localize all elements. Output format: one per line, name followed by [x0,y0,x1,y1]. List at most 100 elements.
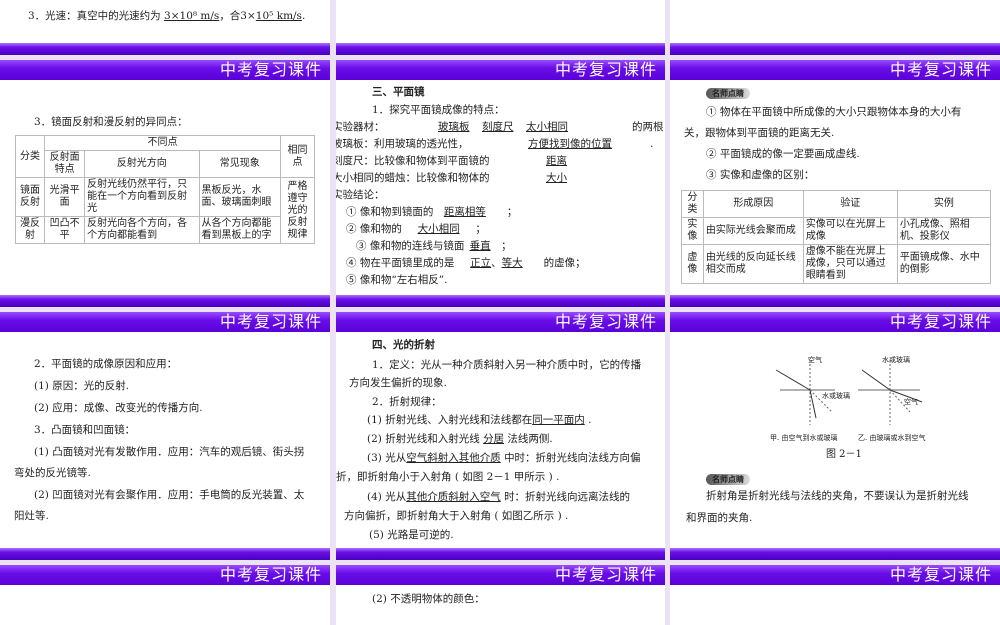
text-line: (2) 不透明物体的颜色： [372,593,485,605]
th: 实例 [896,190,992,218]
text-line: 阳灶等. [14,510,49,522]
text-line: 弯处的反光镜等. [14,467,91,479]
slide-header: 中考复习课件 [670,565,1000,585]
slide-footer-bar [670,43,1000,55]
cell: 虚像不能在光屏上成像，只可以通过眼睛看到 [802,244,898,284]
section-heading: 四、光的折射 [372,339,435,351]
text-line: 方向发生偏折的现象. [349,377,447,389]
cell: 镜面反射 [14,177,46,217]
slide-mirror-applications: 中考复习课件 2．平面镜的成像原因和应用： (1) 原因：光的反射. (2) 应… [0,312,330,560]
slide-header: 中考复习课件 [670,312,1000,332]
figure-label: 水或玻璃 [822,392,850,400]
slide-partial-4: 中考复习课件 [0,565,330,625]
slide-header: 中考复习课件 [670,60,1000,80]
slide-partial-5: 中考复习课件 (2) 不透明物体的颜色： [336,565,665,625]
figure-number: 图 2－1 [826,449,862,460]
text-line: 实验器材： 玻璃板 刻度尺 太小相同 的两根 [336,121,664,133]
text-line: 1．定义：光从一种介质斜射入另一种介质中时，它的传播 [372,359,642,371]
slide-plane-mirror: 中考复习课件 三、平面镜 1．探究平面镜成像的特点： 实验器材： 玻璃板 刻度尺 太小… [336,60,665,307]
th: 反射面特点 [44,150,86,178]
text-line: 折，即折射角小于入射角 ( 如图 2－1 甲所示 ) . [336,471,560,483]
text-line: (1) 原因：光的反射. [34,380,130,392]
cell: 反射光线仍然平行，只能在一个方向看到反射光 [84,177,200,217]
slide-header: 中考复习课件 [0,60,330,80]
cell: 黑板反光，水面、玻璃面刺眼 [198,177,282,217]
figure-caption: 甲. 由空气到水或玻璃 [770,434,838,442]
th: 形成原因 [702,190,804,218]
text-line: 玻璃板：利用玻璃的透光性， 方便找到像的位置. [336,138,654,150]
th: 相同点 [280,135,315,178]
slide-header: 中考复习课件 [0,312,330,332]
cell: 凹凸不平 [44,216,86,244]
th: 反射光方向 [84,150,200,178]
th: 常见现象 [198,150,282,178]
slide-reflection-compare: 中考复习课件 3．镜面反射和漫反射的异同点： 分类 不同点 相同点 反射面特点 反射光… [0,60,330,307]
slide-header: 中考复习课件 [336,565,665,585]
text-line: (4) 光从其他介质斜射入空气 时：折射光线向远离法线的 [367,491,631,503]
cell: 小孔成像、照相机、投影仪 [896,217,992,245]
text-line: 实验结论： [336,189,385,201]
slide-header: 中考复习课件 [336,312,665,332]
reflection-table: 分类 不同点 相同点 反射面特点 反射光方向 常见现象 镜面反射 光滑平面 反射光线仍然平行… [14,135,315,244]
figure-label: 空气 [904,398,918,406]
text-line: 折射角是折射光线与法线的夹角，不要误认为是折射光线 [706,490,969,502]
text-line: ② 平面镜成的像一定要画成虚线. [706,148,860,160]
text-line: ③ 实像和虚像的区别： [706,169,815,181]
text-line: 2．折射规律： [372,396,442,408]
text-line: 3．凸面镜和凹面镜： [34,424,136,436]
slide-refraction: 中考复习课件 四、光的折射 1．定义：光从一种介质斜射入另一种介质中时，它的传播… [336,312,665,560]
slide-footer-bar [0,43,330,55]
cell: 实像 [681,217,704,245]
cell: 由光线的反向延长线相交而成 [702,244,804,284]
slide-footer-bar [336,295,665,307]
cell: 严格遵守光的反射规律 [280,177,315,244]
th: 分类 [681,190,704,218]
text-line: (1) 折射光线、入射光线和法线都在同一平面内 . [367,414,592,426]
text-line: 刻度尺：比较像和物体到平面镜的 距离 [336,155,567,167]
text-line: 大小相同的蜡烛：比较像和物体的 大小 [336,172,567,184]
figure-caption: 乙. 由玻璃或水到空气 [858,434,926,442]
slide-footer-bar [0,548,330,560]
slide-refraction-figure: 中考复习课件 空气 水或玻璃 甲. 由空气到水或玻璃 水或玻璃 空气 乙. 由玻… [670,312,1000,560]
slide-header: 中考复习课件 [0,565,330,585]
slide-footer-bar [670,548,1000,560]
slide-partial-1: 3．光速：真空中的光速约为 3×10⁸ m/s，合3×10⁵ km/s. [0,0,330,55]
text-line: ② 像和物的 大小相同 ； [346,223,486,235]
slide-partial-3 [670,0,1000,55]
text-line: 2．平面镜的成像原因和应用： [34,358,178,370]
slide-partial-2 [336,0,665,55]
cell: 漫反射 [14,216,46,244]
heading: 3．镜面反射和漫反射的异同点： [34,116,188,128]
text-line: 方向偏折，即折射角大于入射角 ( 如图乙所示 ) . [344,510,569,522]
slide-footer-bar [336,548,665,560]
section-heading: 三、平面镜 [372,86,425,98]
text-line: ① 物体在平面镜中所成像的大小只跟物体本身的大小有 [706,106,962,118]
th: 不同点 [44,135,281,151]
text-line: ④ 物在平面镜里成的是 正立、等大 的虚像； [346,257,586,269]
text-line: ⑤ 像和物“左右相反”. [346,274,448,286]
light-speed-line: 3．光速：真空中的光速约为 3×10⁸ m/s，合3×10⁵ km/s. [28,10,306,22]
figure-label: 空气 [808,356,822,364]
teacher-tip-badge: 名师点睛 [706,83,750,104]
slide-footer-bar [670,295,1000,307]
th: 验证 [802,190,898,218]
text-line: 1．探究平面镜成像的特点： [372,104,505,116]
cell: 光滑平面 [44,177,86,217]
text-line: 和界面的夹角. [686,512,753,524]
cell: 实像可以在光屏上成像 [802,217,898,245]
slide-partial-6: 中考复习课件 [670,565,1000,625]
text-line: (2) 应用：成像、改变光的传播方向. [34,402,203,414]
text-line: (5) 光路是可逆的. [369,529,454,541]
text-line: (2) 凹面镜对光有会聚作用．应用：手电筒的反光装置、太 [34,489,305,501]
cell: 反射光向各个方向，各个方向都能看到 [84,216,200,244]
slide-header: 中考复习课件 [336,60,665,80]
cell: 平面镜成像、水中的倒影 [896,244,992,284]
text-line: ① 像和物到镜面的 距离相等 ； [346,206,518,218]
text-line: (3) 光从空气斜射入其他介质 中时：折射光线向法线方向偏 [367,452,641,464]
slide-real-virtual-image: 中考复习课件 名师点睛 ① 物体在平面镜中所成像的大小只跟物体本身的大小有 关，… [670,60,1000,307]
text-line: (1) 凸面镜对光有发散作用．应用：汽车的观后镜、街头拐 [34,446,305,458]
text-line: ③ 像和物的连线与镜面 垂直 ； [356,240,512,252]
cell: 虚像 [681,244,704,284]
slide-footer-bar [336,43,665,55]
text-line: (2) 折射光线和入射光线 分居 法线两侧. [367,433,553,445]
